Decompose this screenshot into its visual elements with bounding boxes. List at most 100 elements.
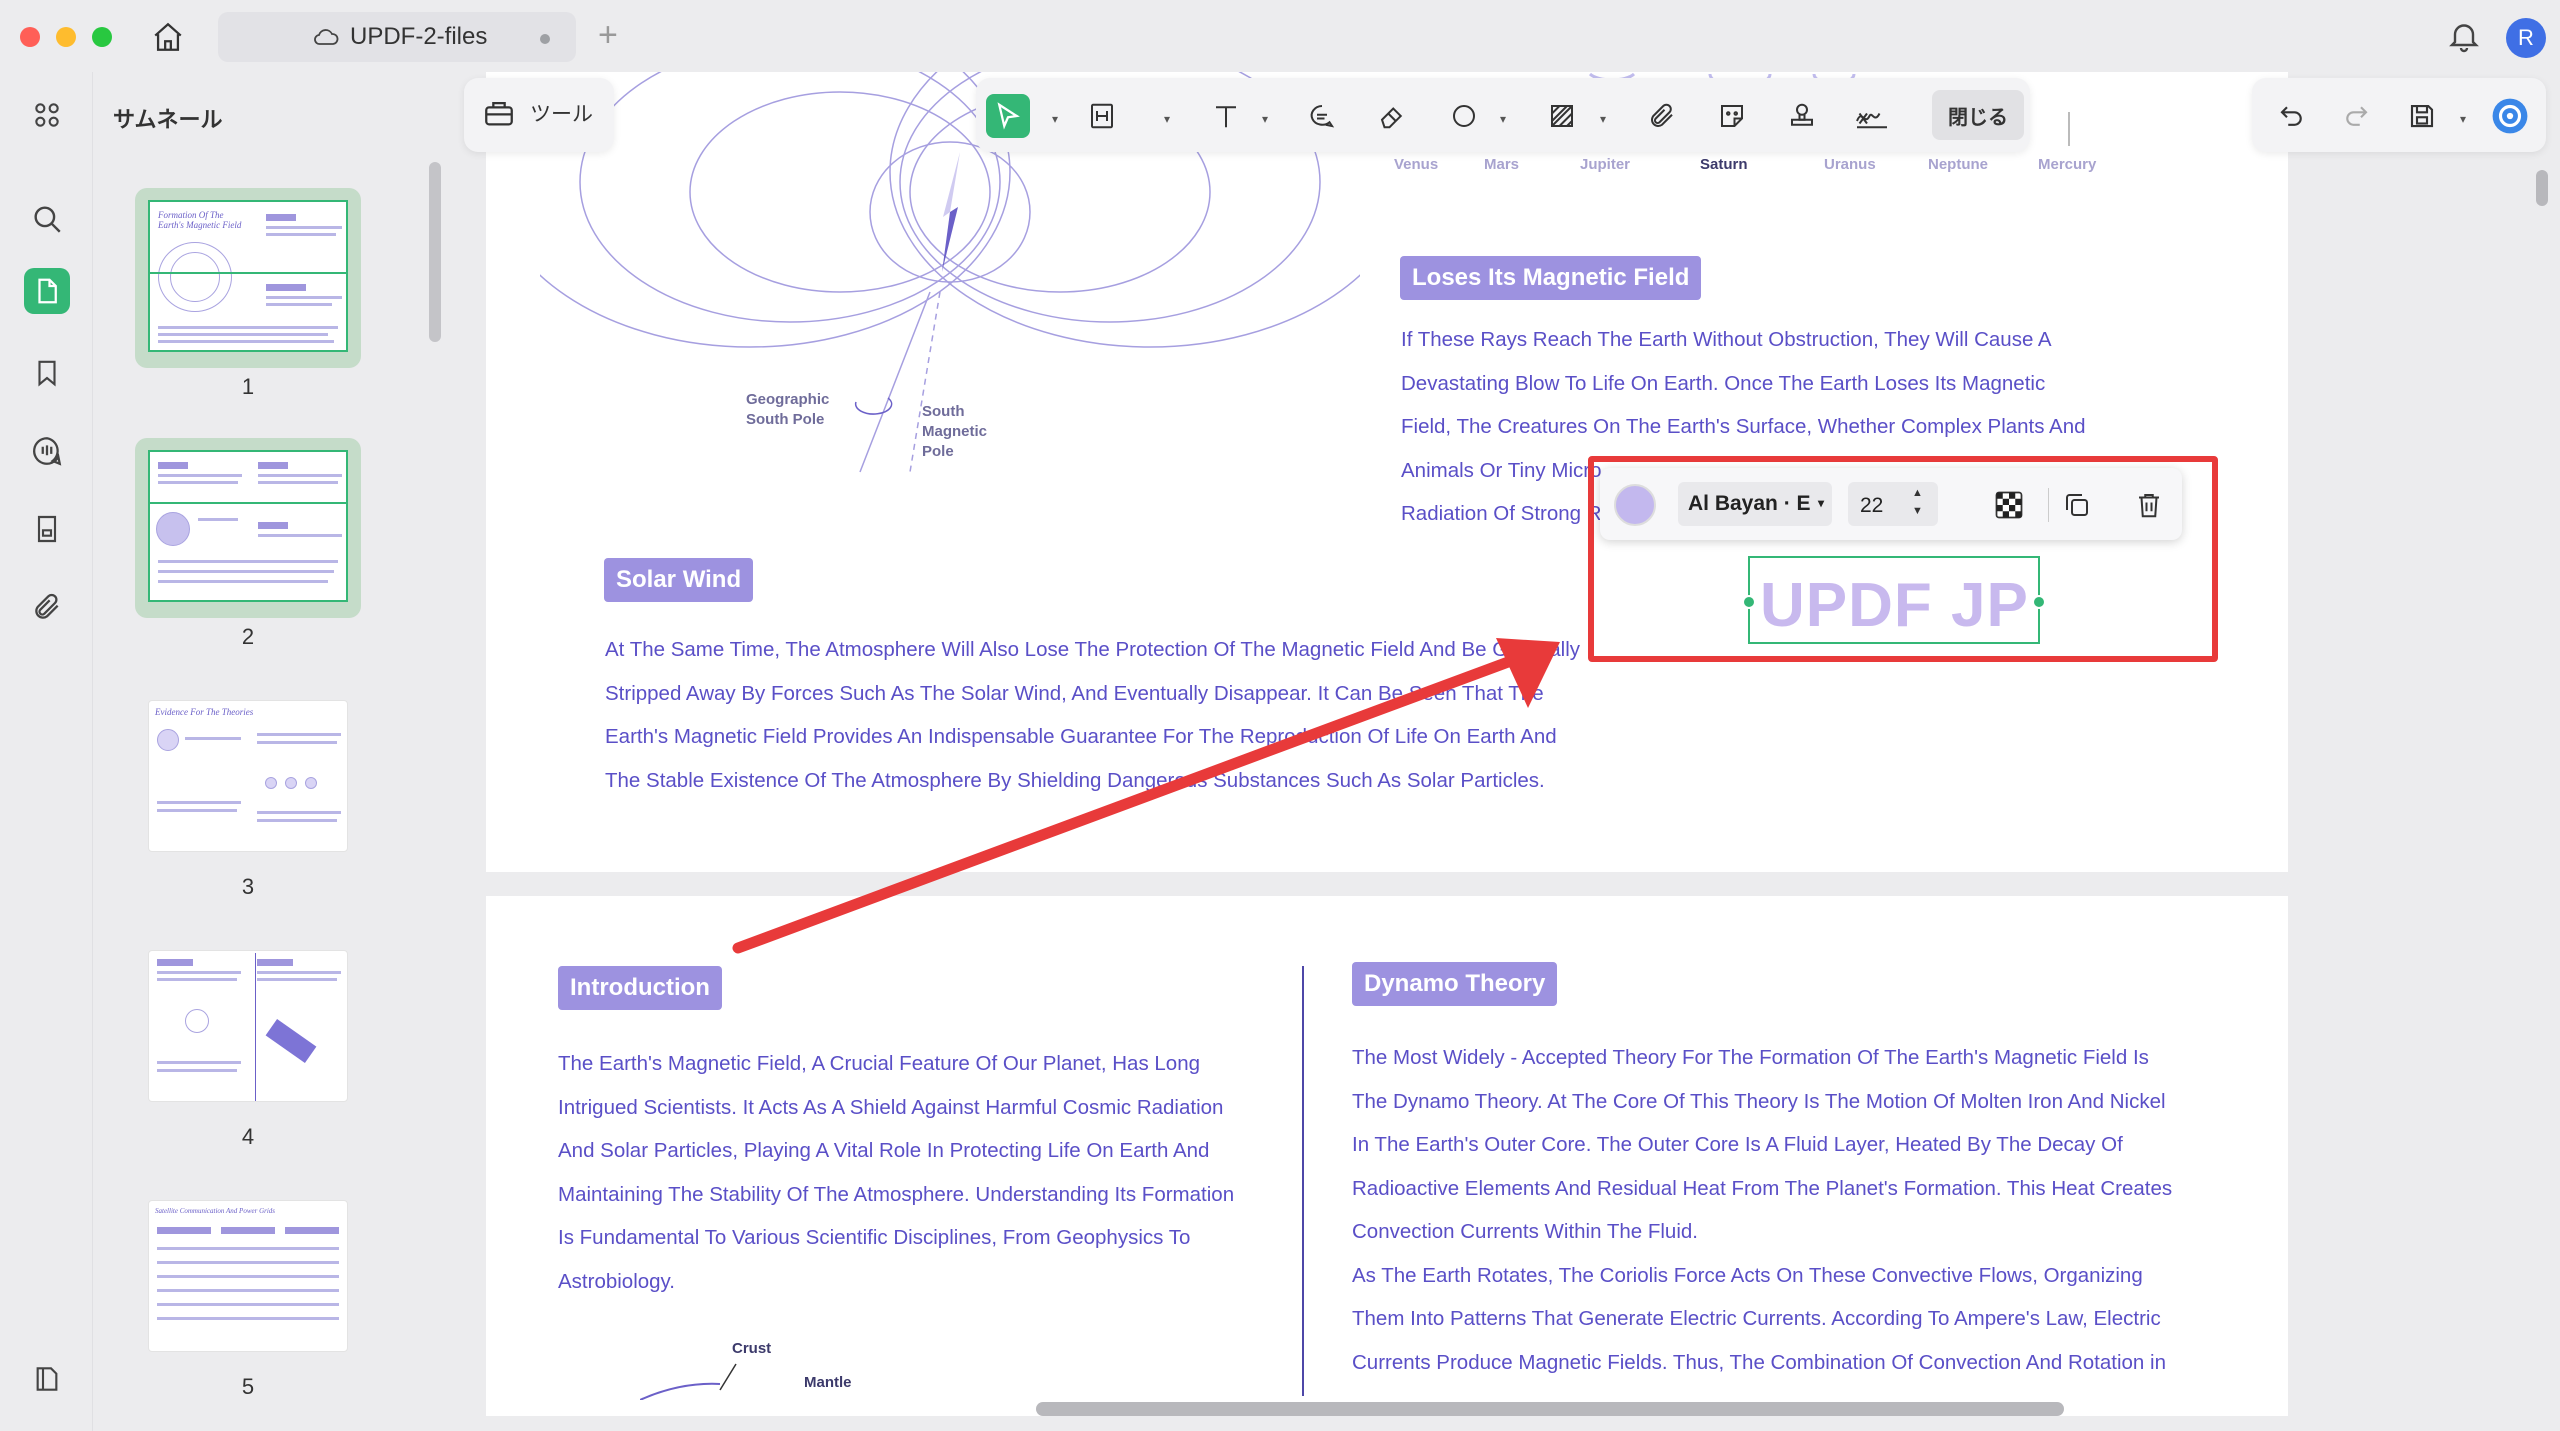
font-size-value: 22 bbox=[1860, 494, 1884, 517]
attachments-panel-button[interactable] bbox=[24, 506, 70, 552]
thumbnail-page-5[interactable]: Satellite Communication And Power Grids … bbox=[135, 1188, 361, 1399]
text-line: The Dynamo Theory. At The Core Of This T… bbox=[1352, 1089, 2166, 1113]
tools-button[interactable]: ツール bbox=[482, 96, 593, 130]
hatch-area-icon bbox=[1551, 105, 1573, 127]
unsaved-dot bbox=[540, 34, 550, 44]
sticker-tool-button[interactable] bbox=[1710, 94, 1754, 138]
stamp-tool-button[interactable] bbox=[1780, 94, 1824, 138]
toolbar-separator bbox=[2068, 112, 2070, 146]
editable-text[interactable]: UPDF JP bbox=[1760, 570, 2029, 641]
chevron-down-icon[interactable]: ▾ bbox=[2460, 112, 2466, 126]
duplicate-button[interactable] bbox=[2058, 486, 2096, 524]
text-line: Devastating Blow To Life On Earth. Once … bbox=[1401, 371, 2046, 395]
bookmarks-button[interactable] bbox=[24, 350, 70, 396]
opacity-button[interactable] bbox=[1990, 486, 2028, 524]
attachments-button[interactable] bbox=[24, 584, 70, 630]
layers-icon bbox=[36, 1367, 58, 1391]
undo-button[interactable] bbox=[2270, 94, 2314, 138]
column-divider bbox=[1302, 966, 1304, 1396]
thumbnail-panel-title: サムネール bbox=[113, 107, 223, 132]
chevron-down-icon[interactable]: ▾ bbox=[1600, 112, 1606, 126]
select-tool-button[interactable] bbox=[986, 94, 1030, 138]
text-line: The Earth's Magnetic Field, A Crucial Fe… bbox=[558, 1052, 1200, 1075]
user-avatar[interactable]: R bbox=[2506, 18, 2546, 58]
font-size-stepper[interactable]: ▲ ▼ bbox=[1912, 484, 1923, 520]
thumbnail-page-number: 2 bbox=[241, 624, 255, 649]
text-line: Radioactive Elements And Residual Heat F… bbox=[1352, 1176, 2173, 1200]
new-tab-button[interactable]: + bbox=[598, 18, 618, 52]
stepper-up-icon[interactable]: ▲ bbox=[1912, 484, 1923, 502]
chevron-down-icon[interactable]: ▾ bbox=[1164, 112, 1170, 126]
notifications-button[interactable] bbox=[2446, 18, 2482, 59]
text-line: The Most Widely - Accepted Theory For Th… bbox=[1352, 1046, 2149, 1069]
chevron-down-icon[interactable]: ▾ bbox=[1262, 112, 1268, 126]
planet-label: Venus bbox=[1394, 156, 1439, 173]
thumbnail-page-1[interactable]: Formation Of The Earth's Magnetic Field … bbox=[135, 188, 361, 399]
crust-label: Crust bbox=[732, 1340, 772, 1357]
stamp-icon bbox=[1791, 103, 1813, 126]
editable-text-box[interactable]: UPDF JP bbox=[1742, 556, 2046, 644]
thumbnail-page-number: 4 bbox=[241, 1124, 255, 1149]
minimize-window-button[interactable] bbox=[56, 27, 76, 47]
cloud-icon bbox=[314, 29, 339, 45]
text-line: Convection Currents Within The Fluid. bbox=[1352, 1220, 1698, 1243]
thumbnail-page-number: 1 bbox=[241, 374, 255, 399]
font-family-select[interactable]: Al Bayan · E ▾ bbox=[1678, 482, 1832, 526]
signature-tool-button[interactable] bbox=[1850, 94, 1894, 138]
text-line: In The Earth's Outer Core. The Outer Cor… bbox=[1352, 1133, 2123, 1156]
eraser-tool-button[interactable] bbox=[1370, 94, 1414, 138]
save-button[interactable] bbox=[2400, 94, 2444, 138]
annotation-toolbar: ▾ ▾ ▾ ▾ ▾ bbox=[976, 78, 2030, 152]
text-color-swatch[interactable] bbox=[1614, 484, 1656, 526]
home-button[interactable] bbox=[148, 18, 188, 56]
planet-label: Saturn bbox=[1700, 156, 1748, 173]
text-box-tool-button[interactable] bbox=[1080, 94, 1124, 138]
search-button[interactable] bbox=[24, 196, 70, 242]
apps-button[interactable] bbox=[24, 92, 70, 138]
attach-file-tool-button[interactable] bbox=[1640, 94, 1684, 138]
resize-handle-right[interactable] bbox=[2032, 595, 2046, 609]
thumbnail-page-3[interactable]: Evidence For The Theories 3 bbox=[135, 688, 361, 899]
document-tab[interactable]: UPDF-2-files bbox=[218, 12, 576, 62]
resize-handle-left[interactable] bbox=[1742, 595, 1756, 609]
red-arrow-annotation bbox=[732, 638, 1560, 954]
maximize-window-button[interactable] bbox=[92, 27, 112, 47]
section-heading-introduction: Introduction bbox=[558, 966, 722, 1010]
thumbnail-page-2[interactable]: 2 bbox=[135, 438, 361, 649]
thumbnails-button[interactable] bbox=[24, 268, 70, 314]
text-tool-button[interactable] bbox=[1204, 94, 1248, 138]
horizontal-scrollbar[interactable] bbox=[1036, 1402, 2064, 1416]
checkerboard-icon bbox=[1995, 491, 2023, 519]
thumbnail-page-4[interactable]: 4 bbox=[135, 938, 361, 1149]
chevron-down-icon[interactable]: ▾ bbox=[1500, 112, 1506, 126]
text-format-popup: Al Bayan · E ▾ 22 ▲ ▼ bbox=[1600, 468, 2182, 540]
font-family-value: Al Bayan · E bbox=[1688, 492, 1811, 515]
vertical-scrollbar[interactable] bbox=[2536, 170, 2548, 206]
close-window-button[interactable] bbox=[20, 27, 40, 47]
shape-tool-button[interactable] bbox=[1442, 94, 1486, 138]
stepper-down-icon[interactable]: ▼ bbox=[1912, 502, 1923, 520]
chevron-down-icon[interactable]: ▾ bbox=[1052, 112, 1058, 126]
redo-button[interactable] bbox=[2334, 94, 2378, 138]
comment-tool-button[interactable] bbox=[1300, 94, 1344, 138]
layers-button[interactable] bbox=[24, 1356, 70, 1402]
text-line: If These Rays Reach The Earth Without Ob… bbox=[1401, 328, 2052, 351]
text-line: Maintaining The Stability Of The Atmosph… bbox=[558, 1182, 1235, 1206]
thumbnail-scrollbar[interactable] bbox=[429, 162, 441, 342]
thumbnail-image: Satellite Communication And Power Grids bbox=[148, 1200, 348, 1352]
comments-button[interactable] bbox=[24, 428, 70, 474]
document-tab-title: UPDF-2-files bbox=[350, 23, 488, 50]
eraser-icon bbox=[1380, 107, 1403, 129]
close-annotation-button[interactable]: 閉じる bbox=[1932, 90, 2024, 140]
edit-actions-toolbar: ▾ bbox=[2252, 78, 2546, 152]
label-line: South Pole bbox=[746, 411, 825, 428]
ai-assistant-button[interactable] bbox=[2488, 94, 2532, 138]
thumbnail-page-number: 3 bbox=[241, 874, 255, 899]
planet-label: Mercury bbox=[2038, 156, 2097, 173]
copy-icon bbox=[2066, 494, 2088, 516]
font-size-field[interactable]: 22 bbox=[1848, 482, 1938, 526]
label-line: South bbox=[922, 403, 965, 420]
area-tool-button[interactable] bbox=[1540, 94, 1584, 138]
delete-button[interactable] bbox=[2130, 486, 2168, 524]
thumbnail-image: Formation Of The Earth's Magnetic Field bbox=[148, 200, 348, 352]
